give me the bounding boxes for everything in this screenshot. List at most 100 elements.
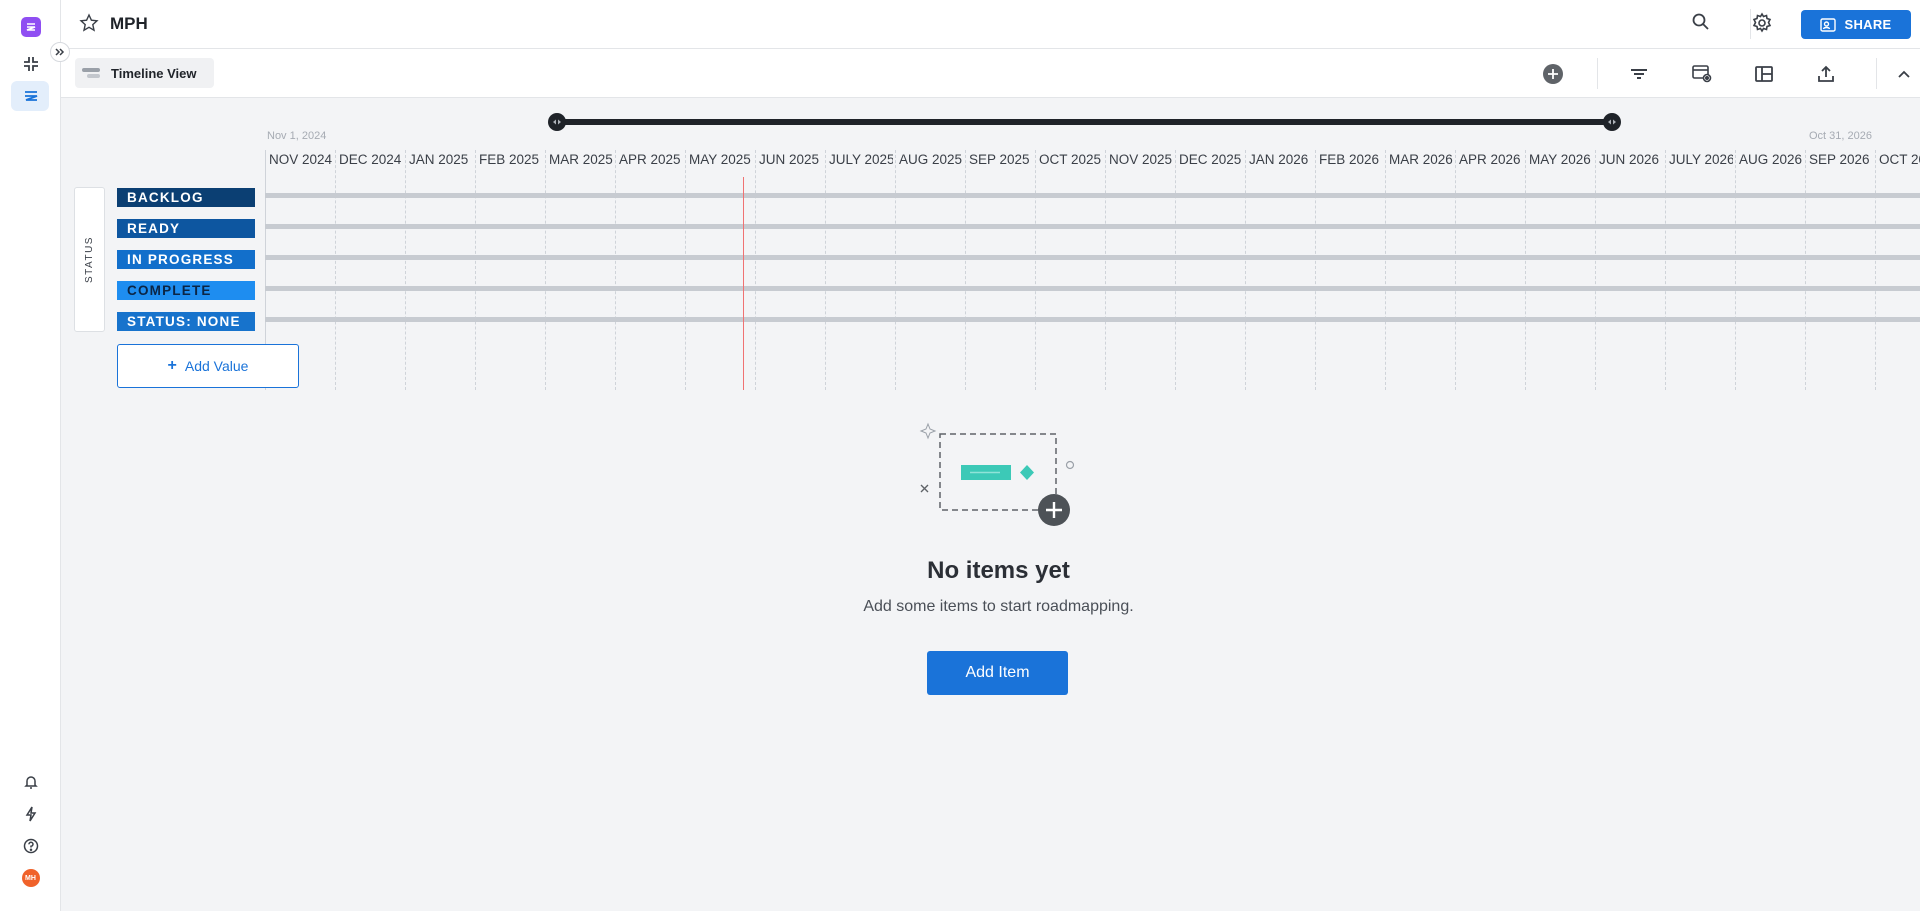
swimlane-track [265, 224, 1920, 229]
month-column: MAY 2025 [685, 150, 755, 390]
month-column: NOV 2025 [1105, 150, 1175, 390]
month-label: FEB 2026 [1319, 152, 1380, 167]
month-label: JAN 2026 [1249, 152, 1309, 167]
divider [1597, 58, 1598, 89]
month-column: OCT 2025 [1035, 150, 1105, 390]
favorite-star-icon[interactable] [79, 13, 99, 38]
divider [1876, 58, 1877, 89]
page-title: MPH [110, 14, 148, 33]
view-selector[interactable]: Timeline View [75, 58, 214, 88]
month-label: MAY 2025 [689, 152, 751, 167]
month-label: OCT 2026 [1879, 152, 1920, 167]
month-label: OCT 2025 [1039, 152, 1102, 167]
user-avatar[interactable]: MH [0, 862, 61, 894]
swimlane-track [265, 255, 1920, 260]
range-start-handle[interactable] [548, 113, 566, 131]
month-column: AUG 2025 [895, 150, 965, 390]
month-label: MAR 2025 [549, 152, 613, 167]
chevron-up-icon[interactable] [1891, 61, 1917, 87]
add-item-button[interactable]: Add Item [927, 651, 1068, 695]
plus-icon: + [167, 357, 177, 374]
month-column: FEB 2026 [1315, 150, 1385, 390]
swimlane-track [265, 193, 1920, 198]
month-label: APR 2025 [619, 152, 681, 167]
empty-state-illustration [890, 412, 1110, 532]
month-column: AUG 2026 [1735, 150, 1805, 390]
app-logo-icon[interactable] [0, 11, 61, 43]
status-label-backlog[interactable]: BACKLOG [117, 188, 255, 207]
add-value-label: Add Value [184, 358, 249, 374]
month-label: MAY 2026 [1529, 152, 1591, 167]
avatar: MH [21, 869, 40, 887]
status-label-in-progress[interactable]: IN PROGRESS [117, 250, 255, 269]
month-column: MAR 2026 [1385, 150, 1455, 390]
share-label: SHARE [1844, 17, 1892, 32]
month-column: JAN 2026 [1245, 150, 1315, 390]
today-marker [743, 177, 744, 390]
timeline-view-icon [82, 68, 100, 78]
month-label: SEP 2025 [969, 152, 1030, 167]
month-column: JUN 2026 [1595, 150, 1665, 390]
month-column: MAY 2026 [1525, 150, 1595, 390]
month-column: APR 2026 [1455, 150, 1525, 390]
group-by-tab[interactable]: STATUS [74, 187, 105, 332]
bell-icon[interactable] [0, 766, 61, 798]
status-label-none[interactable]: STATUS: NONE [117, 312, 255, 331]
swimlane-track [265, 286, 1920, 291]
group-by-label: STATUS [84, 236, 95, 283]
add-circle-icon[interactable] [1540, 61, 1566, 87]
month-label: AUG 2025 [899, 152, 963, 167]
month-label: JULY 2025 [829, 152, 893, 167]
month-column: APR 2025 [615, 150, 685, 390]
lightning-icon[interactable] [0, 798, 61, 830]
month-grid: NOV 2024 DEC 2024 JAN 2025 FEB 2025 MAR 2025… [265, 150, 1920, 390]
search-icon[interactable] [1691, 12, 1711, 37]
empty-state-title: No items yet [927, 557, 1070, 584]
month-label: JULY 2026 [1669, 152, 1733, 167]
month-label: DEC 2025 [1179, 152, 1242, 167]
expand-sidebar-button[interactable] [50, 42, 70, 62]
month-label: MAR 2026 [1389, 152, 1453, 167]
top-bar: MPH SHARE [61, 0, 1920, 49]
month-label: JUN 2025 [759, 152, 820, 167]
status-label-ready[interactable]: READY [117, 219, 255, 238]
month-column: JULY 2025 [825, 150, 895, 390]
status-label-complete[interactable]: COMPLETE [117, 281, 255, 300]
view-toolbar: Timeline View [61, 49, 1920, 98]
share-button[interactable]: SHARE [1801, 10, 1911, 39]
month-column: FEB 2025 [475, 150, 545, 390]
month-column: SEP 2026 [1805, 150, 1875, 390]
range-start-date: Nov 1, 2024 [267, 130, 327, 142]
month-column: DEC 2024 [335, 150, 405, 390]
export-icon[interactable] [1813, 61, 1839, 87]
layout-icon[interactable] [1751, 61, 1777, 87]
month-label: JUN 2026 [1599, 152, 1660, 167]
month-label: NOV 2025 [1109, 152, 1173, 167]
view-label: Timeline View [111, 65, 197, 81]
add-value-button[interactable]: + Add Value [117, 344, 299, 388]
swimlane-track [265, 317, 1920, 322]
roadmap-icon[interactable] [0, 80, 61, 112]
settings-gear-icon[interactable] [1751, 12, 1773, 39]
month-label: JAN 2025 [409, 152, 469, 167]
month-column: MAR 2025 [545, 150, 615, 390]
month-column: DEC 2025 [1175, 150, 1245, 390]
month-label: SEP 2026 [1809, 152, 1870, 167]
month-column: JUN 2025 [755, 150, 825, 390]
range-end-date: Oct 31, 2026 [1809, 130, 1872, 142]
month-column: JULY 2026 [1665, 150, 1735, 390]
left-rail: MH [0, 0, 70, 911]
month-label: AUG 2026 [1739, 152, 1803, 167]
range-end-handle[interactable] [1603, 113, 1621, 131]
month-column: OCT 2026 [1875, 150, 1920, 390]
month-label: DEC 2024 [339, 152, 402, 167]
month-label: APR 2026 [1459, 152, 1521, 167]
help-icon[interactable] [0, 830, 61, 862]
month-column: JAN 2025 [405, 150, 475, 390]
timeline-range-bar[interactable] [553, 119, 1613, 125]
share-person-icon [1820, 17, 1837, 32]
filter-icon[interactable] [1626, 61, 1652, 87]
card-settings-icon[interactable] [1689, 61, 1715, 87]
month-label: NOV 2024 [269, 152, 333, 167]
month-label: FEB 2025 [479, 152, 540, 167]
